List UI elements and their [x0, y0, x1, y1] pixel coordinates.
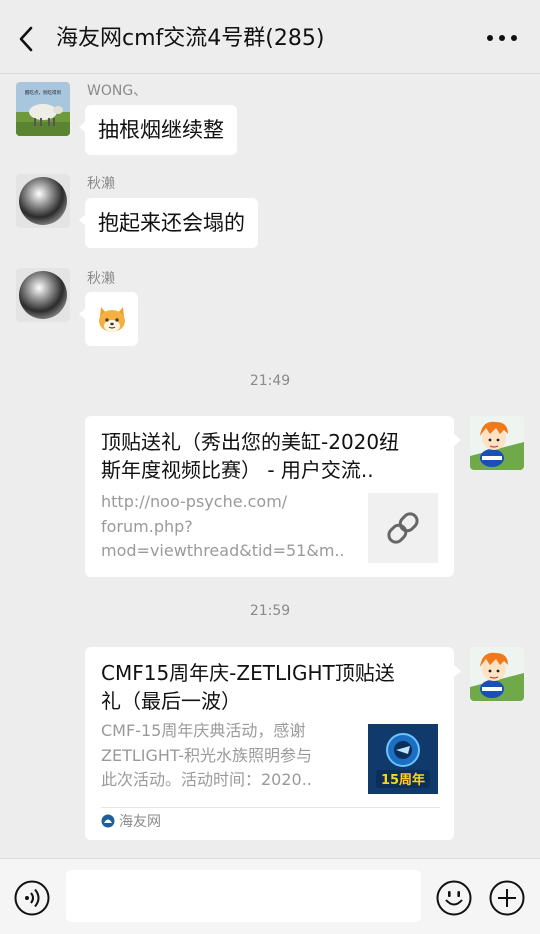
card-description: CMF-15周年庆典活动，感谢 ZETLIGHT-积光水族照明参与 此次活动。活… [101, 721, 312, 789]
emoji-icon[interactable] [436, 880, 472, 916]
shiba-dog-emoji-icon [99, 307, 125, 332]
thumbnail-text: 15周年 [381, 772, 425, 788]
chevron-left-icon[interactable] [14, 24, 40, 54]
link-card[interactable]: 顶贴送礼（秀出您的美缸-2020纽 斯年度视频比赛） - 用户交流.. http… [85, 416, 461, 577]
link-icon [387, 512, 419, 544]
sheep-photo-avatar[interactable]: 醒吃点，别吃得到 [16, 82, 70, 136]
link-thumbnail [368, 493, 438, 563]
haiyou-logo-icon [101, 814, 115, 828]
sticker-bubble[interactable] [79, 292, 138, 346]
sender-name: WONG、 [87, 83, 148, 99]
card-title: 顶贴送礼（秀出您的美缸-2020纽 斯年度视频比赛） - 用户交流.. [101, 430, 400, 482]
more-dots-icon[interactable] [486, 28, 518, 48]
cmf-15-anniversary-logo: 15周年 [368, 724, 438, 794]
avatar-caption: 醒吃点，别吃得到 [25, 89, 61, 96]
sender-name: 秋濑 [87, 176, 115, 192]
message-input[interactable] [66, 870, 421, 922]
chat-header: 海友网cmf交流4号群(285) [0, 0, 540, 74]
message-list: 醒吃点，别吃得到 WONG、 抽根烟继续整 秋濑 抱起来还会塌的 秋濑 21:4… [0, 74, 540, 858]
message-bubble[interactable]: 抽根烟继续整 [79, 105, 237, 155]
card-divider [101, 807, 440, 808]
metal-sphere-avatar[interactable] [16, 174, 70, 228]
cartoon-boy-avatar[interactable] [470, 647, 524, 701]
link-card[interactable]: CMF15周年庆-ZETLIGHT顶贴送 礼（最后一波） CMF-15周年庆典活… [85, 647, 461, 840]
sender-name: 秋濑 [87, 271, 115, 287]
voice-icon[interactable] [14, 880, 50, 916]
card-description: http://noo-psyche.com/ forum.php? mod=vi… [101, 492, 345, 560]
metal-sphere-avatar[interactable] [16, 268, 70, 322]
timestamp: 21:49 [249, 373, 291, 389]
chat-title: 海友网cmf交流4号群(285) [56, 26, 325, 51]
card-title: CMF15周年庆-ZETLIGHT顶贴送 礼（最后一波） [101, 661, 395, 713]
message-bubble[interactable]: 抱起来还会塌的 [79, 198, 258, 248]
input-bar [0, 858, 540, 934]
timestamp: 21:59 [249, 603, 291, 619]
plus-icon[interactable] [489, 880, 525, 916]
cartoon-boy-avatar[interactable] [470, 416, 524, 470]
card-source: 海友网 [101, 812, 161, 832]
